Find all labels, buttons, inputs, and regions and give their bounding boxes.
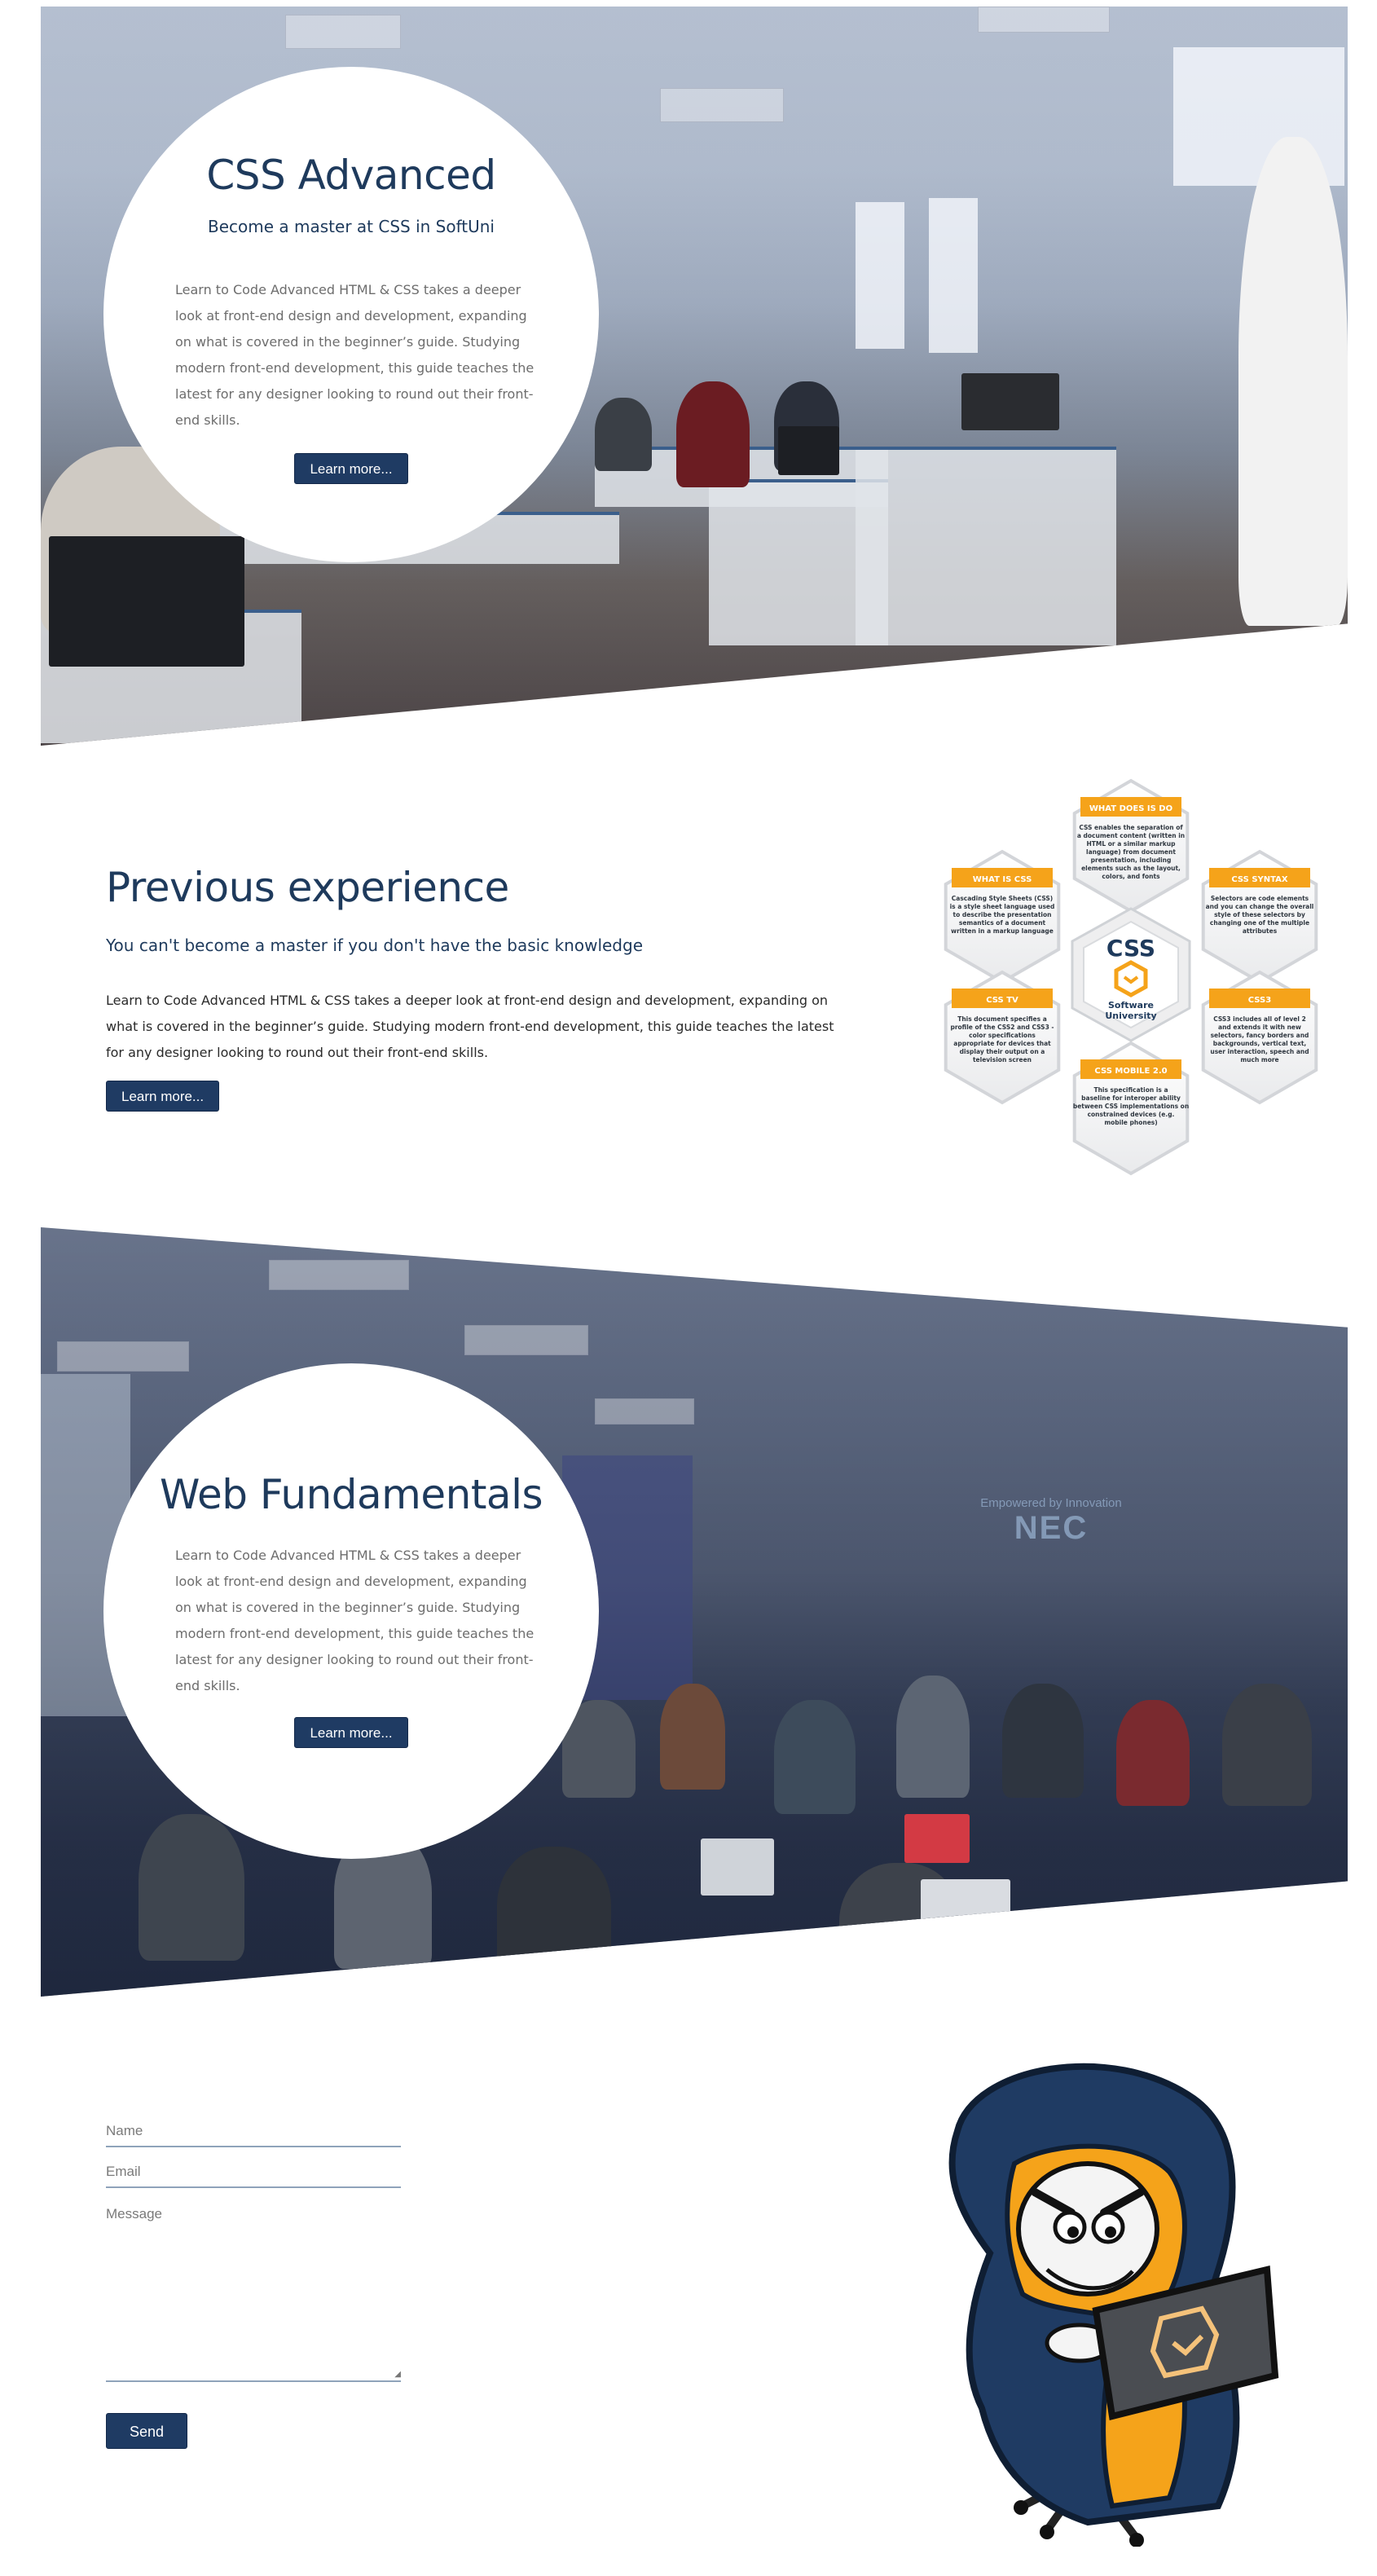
previous-experience-section: Previous experience You can't become a m… — [106, 864, 839, 1112]
center-hexagon: CSS Software University — [1071, 907, 1191, 1042]
hero-title: CSS Advanced — [206, 152, 496, 199]
softuni-mascot-illustration — [925, 2050, 1308, 2547]
infographic-center-org-line1: Software — [1108, 1000, 1154, 1011]
section-description: Learn to Code Advanced HTML & CSS takes … — [106, 993, 834, 1060]
hero-description: Learn to Code Advanced HTML & CSS takes … — [175, 282, 535, 428]
section-subtitle: You can't become a master if you don't h… — [106, 936, 643, 955]
hero-description: Learn to Code Advanced HTML & CSS takes … — [175, 1548, 535, 1693]
infographic-center-title: CSS — [1106, 935, 1155, 962]
infographic-cell: WHAT DOES IS DO CSS enables the separatio… — [1072, 778, 1190, 914]
infographic-cell-text: Cascading Style Sheets (CSS) is a style s… — [950, 895, 1055, 935]
resize-handle-icon[interactable]: ◢ — [394, 2370, 401, 2379]
learn-more-button[interactable]: Learn more... — [106, 1081, 220, 1112]
infographic-cell-title: WHAT DOES IS DO — [1089, 804, 1172, 813]
projection-logo: NEC — [1014, 1510, 1089, 1546]
hero-circle-card: CSS Advanced Become a master at CSS in S… — [103, 67, 599, 562]
infographic-cell-title: CSS TV — [986, 996, 1018, 1005]
hero-css-advanced: CSS Advanced Become a master at CSS in S… — [41, 7, 1348, 746]
send-button[interactable]: Send — [106, 2413, 188, 2449]
infographic-cell-title: CSS3 — [1248, 996, 1271, 1005]
name-field[interactable]: Name — [106, 2115, 401, 2147]
email-field[interactable]: Email — [106, 2155, 401, 2188]
learn-more-button[interactable]: Learn more... — [294, 453, 408, 484]
infographic-cell-title: WHAT IS CSS — [973, 875, 1032, 884]
infographic-cell-title: CSS MOBILE 2.0 — [1094, 1067, 1167, 1076]
contact-form: Name Email Message ◢ Send — [106, 2115, 401, 2449]
infographic-cell: CSS TVThis document specifies a profile o… — [944, 970, 1061, 1105]
message-placeholder: Message — [106, 2206, 162, 2222]
hooded-mascot-icon — [948, 2063, 1279, 2547]
css-hexagon-graphic: WHAT DOES IS DO CSS enables the separatio… — [944, 778, 1318, 1176]
infographic-cell: CSS SYNTAXSelectors are code elements and… — [1201, 849, 1318, 984]
message-field[interactable]: Message ◢ — [106, 2195, 401, 2382]
hero-circle-card: Web Fundamentals Learn to Code Advanced … — [103, 1363, 599, 1859]
infographic-cell-text: CSS enables the separation of a document … — [1077, 824, 1185, 880]
projection-tagline: Empowered by Innovation — [980, 1496, 1122, 1510]
infographic-center-org-line2: University — [1105, 1011, 1156, 1021]
infographic-cell: CSS MOBILE 2.0This specification is a bas… — [1072, 1041, 1190, 1176]
infographic-cell-title: CSS SYNTAX — [1231, 875, 1288, 884]
section-title: Previous experience — [106, 864, 509, 911]
hero-title: Web Fundamentals — [159, 1471, 543, 1518]
hero-web-fundamentals: Empowered by Innovation NEC Web Fundamen… — [41, 1227, 1348, 1997]
css-infographic: WHAT DOES IS DO CSS enables the separatio… — [935, 778, 1326, 1178]
learn-more-button[interactable]: Learn more... — [294, 1717, 408, 1748]
infographic-cell: WHAT IS CSS Cascading Style Sheets (CSS) i… — [944, 849, 1061, 984]
infographic-cell: CSS3CSS3 includes all of level 2 and exte… — [1201, 970, 1318, 1105]
hero-subtitle: Become a master at CSS in SoftUni — [208, 217, 495, 236]
